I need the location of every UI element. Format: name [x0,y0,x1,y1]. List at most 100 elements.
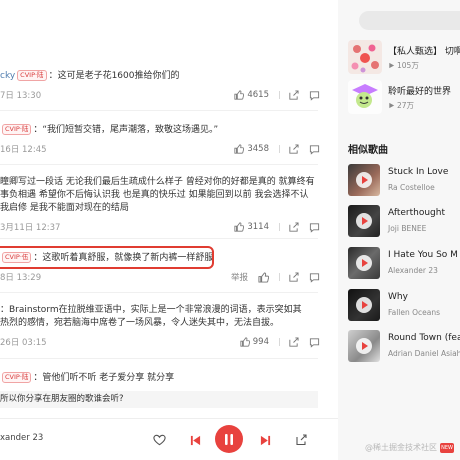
song-cover [348,205,380,237]
playlist-item[interactable]: 聆听最好的世界 27万 [348,80,460,120]
divider [0,164,318,165]
comment-text: ：Brainstorm在拉脱维亚语中，实际上是一个非常浪漫的词语，表示突如其 热… [0,304,320,330]
song-artist: Ra Costelloe [388,183,435,192]
comment-line: ：Brainstorm在拉脱维亚语中，实际上是一个非常浪漫的词语，表示突如其 [0,305,302,315]
now-playing-artist[interactable]: xander 23 [0,433,43,443]
comment-meta: 8日 13:29 举报 [0,270,320,284]
divider [279,223,280,231]
reply-icon[interactable] [309,90,320,101]
reply-prompt[interactable]: 所以你分享在朋友圈的歌谁会听? [0,391,318,408]
share-icon[interactable] [288,89,299,101]
play-count-icon [389,62,395,69]
playlist-cover [348,40,382,74]
playlist-play-count: 27万 [388,100,414,111]
vip-badge: CVIP·陆 [2,372,32,383]
comment-meta: 3月11日 12:37 3114 [0,220,320,234]
song-artist: Joji BENEE [388,224,427,233]
similar-song-item[interactable]: Stuck In Love Ra Costelloe [348,164,460,198]
divider [0,292,318,293]
share-icon[interactable] [288,336,299,348]
like-count: 994 [252,337,269,347]
comment-meta: 26日 03:15 994 [0,335,320,349]
play-icon[interactable] [356,172,372,188]
comment-body: ：管他们听不听 老子爱分享 就分享 [33,373,175,383]
vip-badge: CVIP·陆 [17,70,47,81]
song-artist: Alexander 23 [388,266,438,275]
comment-item: CVIP·陆 ：“我们短暂交错，尾声潮落，致敬这场遇见。” 16日 12:45 3… [0,124,320,156]
comment-meta: 7日 13:30 4615 [0,88,320,102]
like-count: 4615 [247,90,269,100]
playlist-item[interactable]: 【私人甄选】 切啊 105万 [348,40,460,80]
song-cover [348,330,380,362]
song-artist: Adrian Daniel Asiah [388,349,460,358]
watermark: @稀土掘金技术社区 NEW [365,442,454,453]
comment-line: 瞳卿写过一段话 无论我们最后生疏成什么样子 曾经对你的好都是真的 就算终有 [0,177,315,187]
comment-text: CVIP·陆 ：管他们听不听 老子爱分享 就分享 [0,372,320,385]
similar-song-item[interactable]: Afterthought Joji BENEE [348,205,460,239]
pause-icon [225,433,233,445]
comment-line: 我启修 是我不能面对现在的结局 [0,203,129,213]
play-icon[interactable] [356,255,372,271]
divider [0,110,318,111]
comment-item: ：Brainstorm在拉脱维亚语中，实际上是一个非常浪漫的词语，表示突如其 热… [0,304,320,349]
playlist-title: 【私人甄选】 切啊 [388,47,460,57]
share-icon[interactable] [288,143,299,155]
song-name: Stuck In Love [388,167,449,177]
song-name: Round Town (fea [388,333,460,343]
reply-icon[interactable] [309,144,320,155]
similar-song-item[interactable]: Why Fallen Oceans [348,289,460,323]
share-song-button[interactable] [293,432,309,448]
like-song-button[interactable] [151,432,167,448]
pause-button[interactable] [215,425,243,453]
report-link[interactable]: 举报 [231,271,248,283]
divider [0,358,318,359]
comment-time: 26日 03:15 [0,338,47,348]
playlist-title: 聆听最好的世界 [388,87,452,97]
player-bar: xander 23 [0,418,338,460]
divider [279,91,280,99]
thumbs-up-icon [234,222,245,232]
next-icon [260,435,270,445]
like-button[interactable]: 994 [240,337,269,347]
song-artist: Fallen Oceans [388,308,441,317]
watermark-text: @稀土掘金技术社区 [365,443,437,452]
reply-icon[interactable] [309,272,320,283]
reply-icon[interactable] [309,222,320,233]
play-icon[interactable] [356,338,372,354]
playlist-count: 27万 [397,101,415,110]
previous-button[interactable] [187,432,203,448]
thumbs-up-icon [240,337,250,347]
thumbs-up-icon [234,90,245,100]
comment-body: ：“我们短暂交错，尾声潮落，致敬这场遇见。” [33,125,219,135]
like-button[interactable]: 3458 [234,144,269,154]
comment-text: CVIP·陆 ：“我们短暂交错，尾声潮落，致敬这场遇见。” [0,124,320,137]
divider [279,338,280,346]
similar-song-item[interactable]: I Hate You So M Alexander 23 [348,247,460,281]
comment-time: 8日 13:29 [0,273,42,283]
similar-song-item[interactable]: Round Town (fea Adrian Daniel Asiah [348,330,460,364]
song-cover [348,164,380,196]
playlist-cover [348,80,382,114]
share-icon[interactable] [288,271,299,283]
comment-text: 瞳卿写过一段话 无论我们最后生疏成什么样子 曾经对你的好都是真的 就算终有 事负… [0,176,320,215]
share-icon[interactable] [288,221,299,233]
comment-body: ：这可是老子花1600推给你们的 [48,71,180,81]
comment-username[interactable]: cky [0,71,15,81]
search-bar[interactable] [359,11,460,30]
previous-icon [190,435,200,445]
play-icon[interactable] [356,213,372,229]
like-button[interactable]: 4615 [234,90,269,100]
heart-icon [152,434,166,446]
like-count: 3458 [247,144,269,154]
comment-time: 16日 12:45 [0,145,47,155]
comment-line: 热烈的感情，宛若脑海中席卷了一场风暴，令人迷失其中，无法自拔。 [0,318,280,328]
thumbs-up-icon [234,144,245,154]
reply-icon[interactable] [309,337,320,348]
playlist-count: 105万 [397,61,419,70]
thumbs-up-icon[interactable] [258,271,269,283]
new-badge: NEW [440,442,454,453]
like-button[interactable]: 3114 [234,222,269,232]
highlight-box [0,246,214,269]
play-icon[interactable] [356,297,372,313]
next-button[interactable] [257,432,273,448]
